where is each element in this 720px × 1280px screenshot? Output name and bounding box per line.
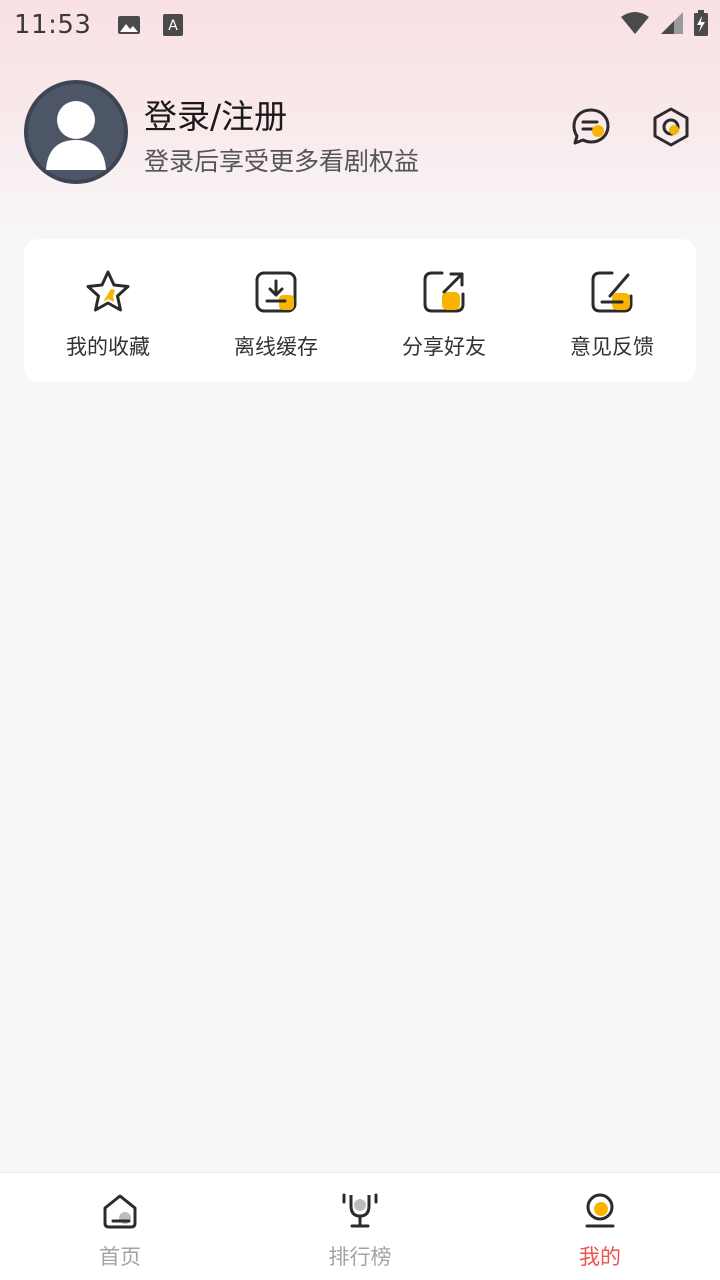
offline-cache-label: 离线缓存: [234, 335, 318, 359]
nav-item-ranking[interactable]: 排行榜: [240, 1173, 480, 1280]
nav-label-mine: 我的: [579, 1245, 621, 1269]
login-register-link[interactable]: 登录/注册: [144, 90, 287, 138]
font-icon: A: [163, 14, 184, 36]
image-icon: [117, 15, 141, 35]
nav-label-home: 首页: [99, 1245, 141, 1269]
bottom-navigation: 首页 排行榜 我的: [0, 1172, 720, 1280]
message-icon: [572, 108, 610, 145]
quick-actions-card: 我的收藏 离线缓存 分享好友 意见反馈: [24, 239, 696, 382]
profile-header: 登录/注册 登录后享受更多看剧权益: [24, 80, 696, 184]
status-bar: 11:53 A: [0, 0, 720, 50]
profile-icon: [580, 1191, 620, 1231]
favorites-label: 我的收藏: [66, 335, 150, 359]
avatar[interactable]: [24, 80, 128, 184]
feedback-label: 意见反馈: [570, 335, 654, 359]
favorites-button[interactable]: 我的收藏: [28, 267, 188, 361]
trophy-icon: [340, 1191, 380, 1231]
wifi-icon: [620, 11, 650, 35]
battery-icon: [694, 10, 708, 36]
settings-button[interactable]: [648, 104, 694, 150]
share-friends-label: 分享好友: [402, 335, 486, 359]
feedback-icon: [587, 267, 637, 317]
download-icon: [251, 267, 301, 317]
offline-cache-button[interactable]: 离线缓存: [196, 267, 356, 361]
star-icon: [83, 267, 133, 317]
message-button[interactable]: [568, 104, 614, 150]
nav-item-mine[interactable]: 我的: [480, 1173, 720, 1280]
signal-icon: [660, 11, 684, 35]
svg-text:A: A: [169, 18, 179, 34]
home-icon: [100, 1191, 140, 1231]
share-icon: [419, 267, 469, 317]
nav-label-ranking: 排行榜: [328, 1245, 392, 1269]
nav-item-home[interactable]: 首页: [0, 1173, 240, 1280]
share-friends-button[interactable]: 分享好友: [364, 267, 524, 361]
login-benefit-text: 登录后享受更多看剧权益: [144, 147, 420, 176]
status-time: 11:53: [14, 10, 92, 40]
settings-icon: [653, 107, 689, 147]
user-icon: [46, 101, 106, 170]
feedback-button[interactable]: 意见反馈: [532, 267, 692, 361]
